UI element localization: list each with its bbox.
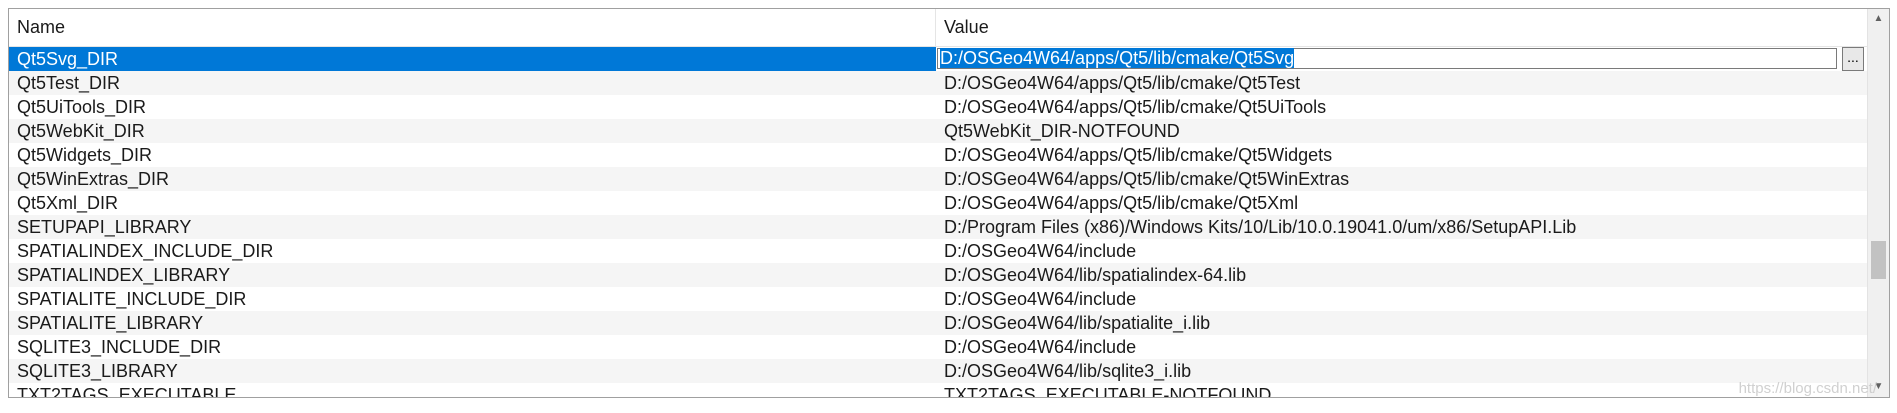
- value-edit-field[interactable]: D:/OSGeo4W64/apps/Qt5/lib/cmake/Qt5Svg: [937, 48, 1837, 69]
- scroll-thumb[interactable]: [1871, 241, 1886, 279]
- cell-name[interactable]: SQLITE3_INCLUDE_DIR: [9, 335, 936, 359]
- cell-name[interactable]: Qt5Svg_DIR: [9, 47, 936, 71]
- cell-name[interactable]: Qt5WebKit_DIR: [9, 119, 936, 143]
- chevron-up-icon[interactable]: ▲: [1868, 9, 1889, 29]
- table-row[interactable]: SQLITE3_INCLUDE_DIR D:/OSGeo4W64/include: [9, 335, 1867, 359]
- cell-value[interactable]: D:/OSGeo4W64/apps/Qt5/lib/cmake/Qt5Svg .…: [936, 47, 1867, 71]
- cell-name[interactable]: SPATIALITE_LIBRARY: [9, 311, 936, 335]
- cell-name[interactable]: Qt5UiTools_DIR: [9, 95, 936, 119]
- cell-name[interactable]: SPATIALINDEX_LIBRARY: [9, 263, 936, 287]
- value-edit-text[interactable]: D:/OSGeo4W64/apps/Qt5/lib/cmake/Qt5Svg: [940, 48, 1295, 68]
- cell-name[interactable]: TXT2TAGS_EXECUTABLE: [9, 383, 936, 397]
- cell-value[interactable]: D:/OSGeo4W64/apps/Qt5/lib/cmake/Qt5Widge…: [936, 143, 1867, 167]
- cell-value[interactable]: D:/OSGeo4W64/include: [936, 335, 1867, 359]
- column-header-name[interactable]: Name: [9, 9, 936, 46]
- vertical-scrollbar[interactable]: ▲ ▼: [1867, 9, 1889, 397]
- cell-value[interactable]: D:/OSGeo4W64/lib/spatialite_i.lib: [936, 311, 1867, 335]
- table-row[interactable]: Qt5UiTools_DIR D:/OSGeo4W64/apps/Qt5/lib/…: [9, 95, 1867, 119]
- table-row[interactable]: SETUPAPI_LIBRARY D:/Program Files (x86)/W…: [9, 215, 1867, 239]
- table-row[interactable]: Qt5Widgets_DIR D:/OSGeo4W64/apps/Qt5/lib/…: [9, 143, 1867, 167]
- table-row[interactable]: Qt5WinExtras_DIR D:/OSGeo4W64/apps/Qt5/li…: [9, 167, 1867, 191]
- table-rows: Qt5Test_DIR D:/OSGeo4W64/apps/Qt5/lib/cma…: [9, 71, 1867, 397]
- cell-value[interactable]: D:/OSGeo4W64/include: [936, 287, 1867, 311]
- table-row[interactable]: SQLITE3_LIBRARY D:/OSGeo4W64/lib/sqlite3_…: [9, 359, 1867, 383]
- cmake-cache-table: Name Value Qt5Svg_DIR D:/OSGeo4W64/apps/…: [8, 8, 1890, 398]
- table-row[interactable]: Qt5WebKit_DIR Qt5WebKit_DIR-NOTFOUND: [9, 119, 1867, 143]
- table-row[interactable]: Qt5Xml_DIR D:/OSGeo4W64/apps/Qt5/lib/cmak…: [9, 191, 1867, 215]
- table-row[interactable]: SPATIALINDEX_INCLUDE_DIR D:/OSGeo4W64/inc…: [9, 239, 1867, 263]
- cell-value[interactable]: D:/OSGeo4W64/lib/spatialindex-64.lib: [936, 263, 1867, 287]
- cell-value[interactable]: D:/OSGeo4W64/lib/sqlite3_i.lib: [936, 359, 1867, 383]
- cell-value[interactable]: D:/OSGeo4W64/apps/Qt5/lib/cmake/Qt5Test: [936, 71, 1867, 95]
- table-row[interactable]: Qt5Test_DIR D:/OSGeo4W64/apps/Qt5/lib/cma…: [9, 71, 1867, 95]
- table-header: Name Value: [9, 9, 1867, 47]
- cell-name[interactable]: Qt5Xml_DIR: [9, 191, 936, 215]
- cell-name[interactable]: SETUPAPI_LIBRARY: [9, 215, 936, 239]
- cell-value[interactable]: D:/OSGeo4W64/apps/Qt5/lib/cmake/Qt5Xml: [936, 191, 1867, 215]
- watermark: https://blog.csdn.net/: [1738, 380, 1877, 397]
- table-row[interactable]: SPATIALITE_INCLUDE_DIR D:/OSGeo4W64/inclu…: [9, 287, 1867, 311]
- table-row-selected[interactable]: Qt5Svg_DIR D:/OSGeo4W64/apps/Qt5/lib/cma…: [9, 47, 1867, 71]
- table-body: Qt5Svg_DIR D:/OSGeo4W64/apps/Qt5/lib/cma…: [9, 47, 1867, 397]
- cell-name[interactable]: Qt5Test_DIR: [9, 71, 936, 95]
- cell-value[interactable]: D:/OSGeo4W64/include: [936, 239, 1867, 263]
- cell-value[interactable]: TXT2TAGS_EXECUTABLE-NOTFOUND: [936, 383, 1867, 397]
- cell-name[interactable]: Qt5Widgets_DIR: [9, 143, 936, 167]
- cell-value[interactable]: D:/Program Files (x86)/Windows Kits/10/L…: [936, 215, 1867, 239]
- table-row[interactable]: SPATIALITE_LIBRARY D:/OSGeo4W64/lib/spati…: [9, 311, 1867, 335]
- column-header-value[interactable]: Value: [936, 9, 1867, 46]
- cell-name[interactable]: SQLITE3_LIBRARY: [9, 359, 936, 383]
- cell-name[interactable]: Qt5WinExtras_DIR: [9, 167, 936, 191]
- cell-value[interactable]: D:/OSGeo4W64/apps/Qt5/lib/cmake/Qt5UiToo…: [936, 95, 1867, 119]
- browse-button[interactable]: ...: [1842, 47, 1864, 71]
- cell-value[interactable]: D:/OSGeo4W64/apps/Qt5/lib/cmake/Qt5WinEx…: [936, 167, 1867, 191]
- cell-value[interactable]: Qt5WebKit_DIR-NOTFOUND: [936, 119, 1867, 143]
- cell-name[interactable]: SPATIALITE_INCLUDE_DIR: [9, 287, 936, 311]
- cell-name[interactable]: SPATIALINDEX_INCLUDE_DIR: [9, 239, 936, 263]
- table-row[interactable]: SPATIALINDEX_LIBRARY D:/OSGeo4W64/lib/spa…: [9, 263, 1867, 287]
- table-row[interactable]: TXT2TAGS_EXECUTABLE TXT2TAGS_EXECUTABLE-N…: [9, 383, 1867, 397]
